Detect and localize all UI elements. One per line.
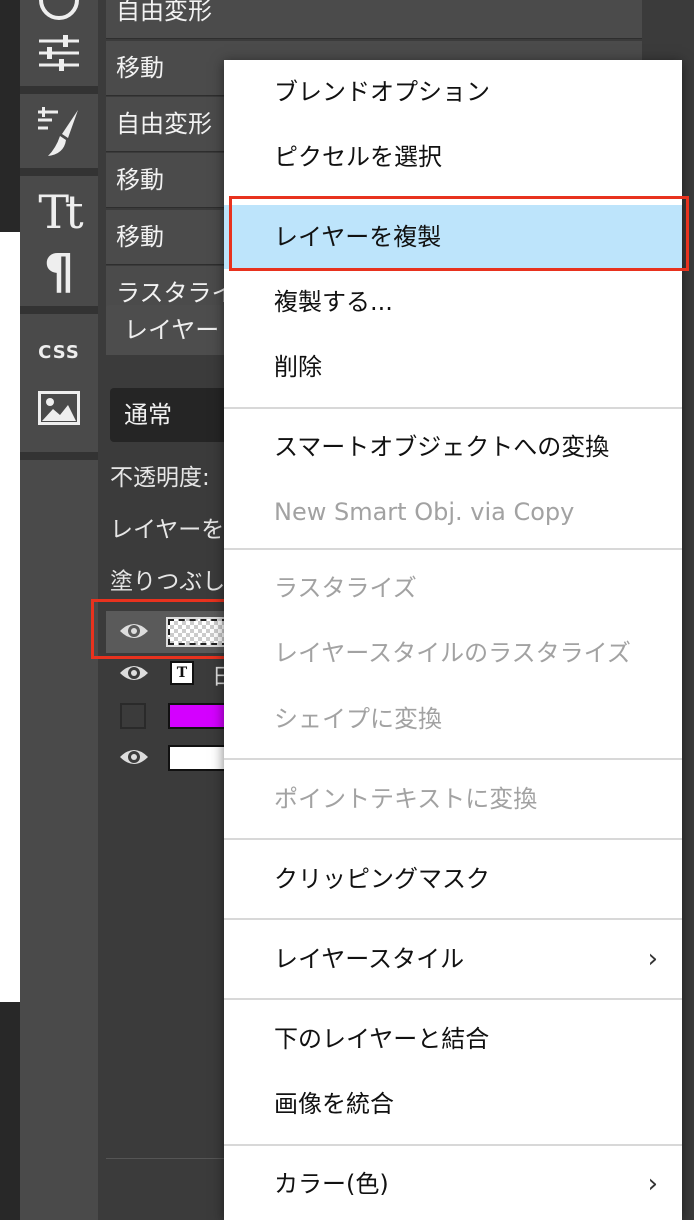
visibility-toggle[interactable] bbox=[120, 703, 146, 729]
menu-item-layer-style[interactable]: レイヤースタイル › bbox=[224, 927, 682, 991]
lock-label: レイヤーを bbox=[110, 517, 225, 543]
css-icon[interactable]: CSS bbox=[20, 330, 98, 374]
tool-divider bbox=[20, 452, 98, 460]
tool-divider bbox=[20, 86, 98, 94]
fill-label: 塗りつぶし bbox=[110, 569, 226, 595]
menu-item-flatten-image[interactable]: 画像を統合 bbox=[224, 1072, 682, 1136]
text-layer-thumbnail: T bbox=[170, 661, 194, 685]
menu-item-convert-smart-object[interactable]: スマートオブジェクトへの変換 bbox=[224, 415, 682, 479]
brush-icon[interactable] bbox=[20, 96, 98, 168]
menu-item-merge-down[interactable]: 下のレイヤーと結合 bbox=[224, 1007, 682, 1071]
menu-item-new-smart-obj-via-copy: New Smart Obj. via Copy bbox=[274, 498, 575, 526]
menu-item-rasterize-layer-style: レイヤースタイルのラスタライズ bbox=[274, 639, 631, 667]
eye-icon[interactable] bbox=[118, 661, 150, 689]
annotation-highlight-menu-item bbox=[229, 196, 689, 271]
menu-item-color[interactable]: カラー(色) › bbox=[224, 1152, 682, 1216]
menu-item-blend-options[interactable]: ブレンドオプション bbox=[224, 60, 682, 124]
adjustments-icon[interactable] bbox=[20, 26, 98, 80]
menu-item-delete[interactable]: 削除 bbox=[224, 335, 682, 399]
menu-item-convert-to-shape: シェイプに変換 bbox=[274, 705, 442, 733]
annotation-highlight-layer bbox=[91, 599, 237, 659]
menu-item-select-pixels[interactable]: ピクセルを選択 bbox=[224, 125, 682, 189]
eye-icon[interactable] bbox=[118, 745, 150, 773]
layer-thumbnail bbox=[168, 745, 228, 771]
type-icon[interactable]: Tt bbox=[20, 180, 98, 244]
menu-item-duplicate-into[interactable]: 複製する... bbox=[224, 270, 682, 334]
chevron-right-icon: › bbox=[647, 1169, 658, 1199]
history-item[interactable]: 自由変形 bbox=[106, 0, 642, 39]
menu-divider bbox=[224, 758, 682, 760]
chevron-right-icon: › bbox=[647, 944, 658, 974]
menu-divider bbox=[224, 407, 682, 409]
menu-item-label: カラー(色) bbox=[274, 1170, 389, 1198]
menu-item-clipping-mask[interactable]: クリッピングマスク bbox=[224, 847, 682, 911]
menu-item-convert-point-text: ポイントテキストに変換 bbox=[274, 785, 538, 813]
tool-divider bbox=[20, 168, 98, 176]
circle-tool-icon[interactable] bbox=[20, 0, 98, 24]
menu-divider bbox=[224, 998, 682, 1000]
menu-divider bbox=[224, 918, 682, 920]
layer-thumbnail bbox=[168, 703, 228, 729]
image-icon[interactable] bbox=[20, 376, 98, 440]
menu-divider bbox=[224, 838, 682, 840]
canvas-area bbox=[0, 232, 20, 1002]
opacity-label: 不透明度: bbox=[110, 465, 210, 491]
menu-item-rasterize: ラスタライズ bbox=[274, 574, 417, 602]
menu-item-label: レイヤースタイル bbox=[274, 945, 465, 973]
menu-divider bbox=[224, 548, 682, 550]
tool-divider bbox=[20, 306, 98, 314]
panel-divider bbox=[106, 1158, 226, 1159]
paragraph-icon[interactable]: ¶ bbox=[20, 242, 98, 302]
tool-strip: Tt ¶ CSS bbox=[20, 0, 98, 1220]
menu-divider bbox=[224, 1144, 682, 1146]
